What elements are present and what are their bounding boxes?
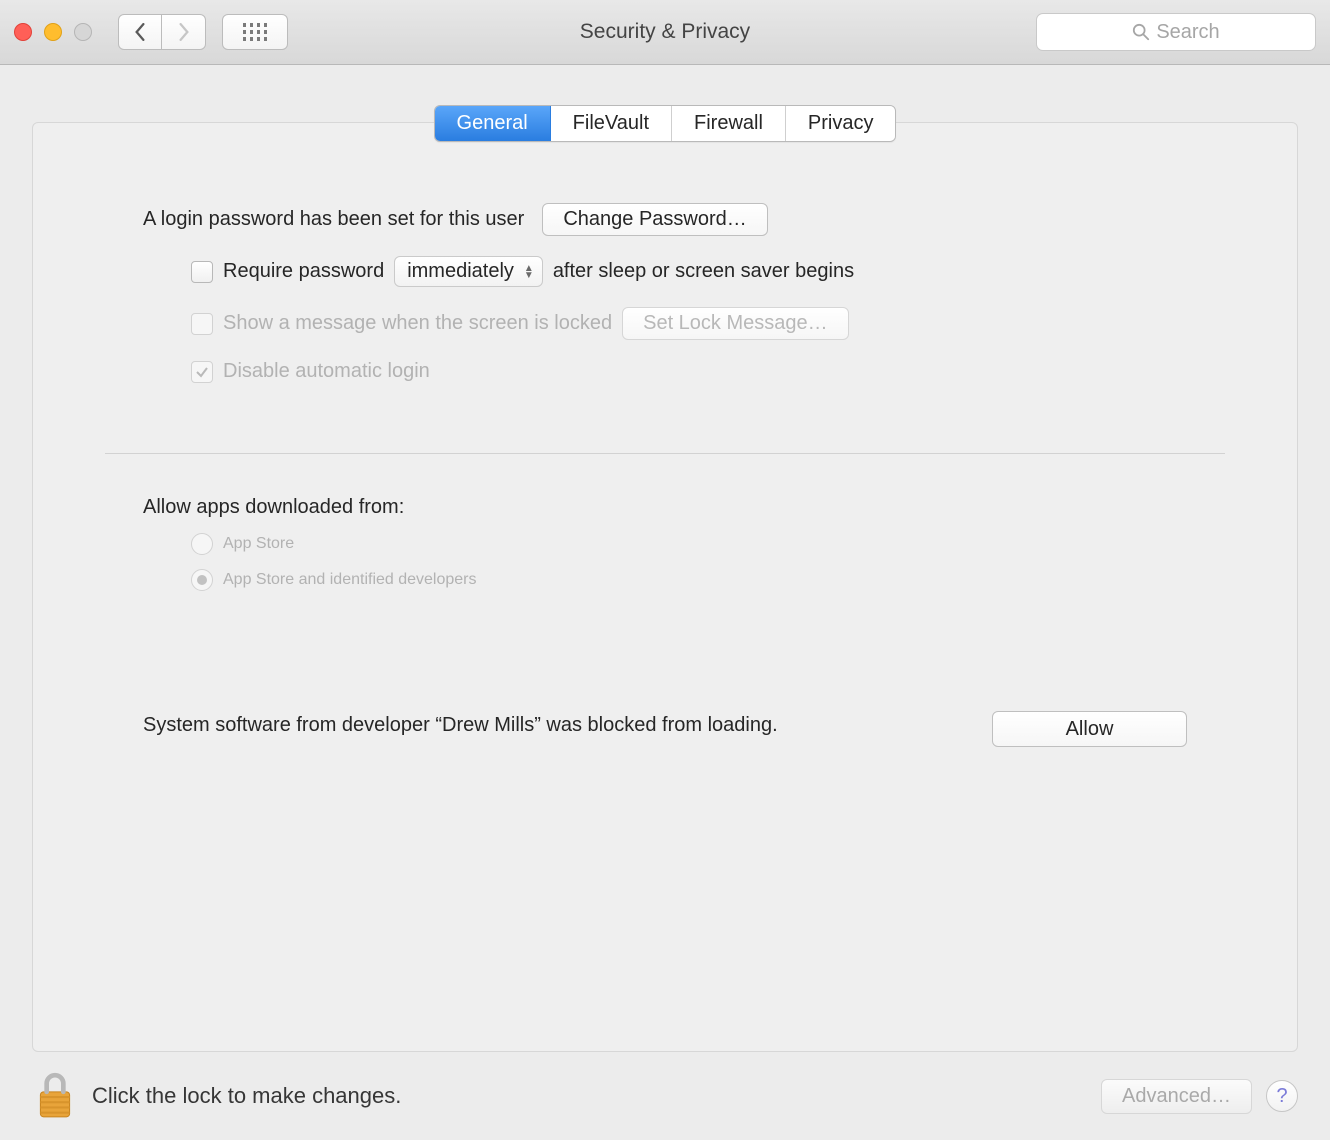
window-title: Security & Privacy xyxy=(580,20,750,44)
show-all-button[interactable] xyxy=(222,14,288,50)
chevron-right-icon xyxy=(177,23,191,41)
allow-button[interactable]: Allow xyxy=(992,711,1187,747)
blocked-software-text: System software from developer “Drew Mil… xyxy=(143,711,778,740)
require-password-checkbox[interactable] xyxy=(191,261,213,283)
radio-app-store xyxy=(191,533,213,555)
stepper-icon: ▲▼ xyxy=(524,265,534,279)
change-password-button[interactable]: Change Password… xyxy=(542,203,767,236)
tab-bar: General FileVault Firewall Privacy xyxy=(434,105,897,142)
help-button[interactable]: ? xyxy=(1266,1080,1298,1112)
search-placeholder: Search xyxy=(1156,21,1219,44)
main-panel: A login password has been set for this u… xyxy=(32,122,1298,1052)
chevron-left-icon xyxy=(133,23,147,41)
lock-icon[interactable] xyxy=(32,1071,78,1121)
titlebar: Security & Privacy Search xyxy=(0,0,1330,65)
grid-icon xyxy=(243,23,268,41)
maximize-button xyxy=(74,23,92,41)
radio-identified-developers xyxy=(191,569,213,591)
radio-app-store-label: App Store xyxy=(223,535,294,553)
radio-identified-developers-label: App Store and identified developers xyxy=(223,571,477,589)
require-password-label-suffix: after sleep or screen saver begins xyxy=(553,260,854,283)
require-password-label-prefix: Require password xyxy=(223,260,384,283)
footer: Click the lock to make changes. Advanced… xyxy=(0,1052,1330,1140)
search-icon xyxy=(1132,23,1150,41)
nav-buttons xyxy=(118,14,206,50)
allow-apps-title: Allow apps downloaded from: xyxy=(143,496,1187,519)
tab-general[interactable]: General xyxy=(435,106,551,141)
lock-text: Click the lock to make changes. xyxy=(92,1083,401,1109)
show-lock-message-label: Show a message when the screen is locked xyxy=(223,312,612,335)
set-lock-message-button: Set Lock Message… xyxy=(622,307,849,340)
close-button[interactable] xyxy=(14,23,32,41)
select-value: immediately xyxy=(407,260,514,283)
disable-auto-login-checkbox xyxy=(191,361,213,383)
advanced-button: Advanced… xyxy=(1101,1079,1252,1114)
show-lock-message-checkbox xyxy=(191,313,213,335)
forward-button xyxy=(162,14,206,50)
divider xyxy=(105,453,1225,454)
tab-firewall[interactable]: Firewall xyxy=(672,106,786,141)
minimize-button[interactable] xyxy=(44,23,62,41)
window-controls xyxy=(14,23,92,41)
login-password-set-text: A login password has been set for this u… xyxy=(143,208,524,231)
require-password-delay-select[interactable]: immediately ▲▼ xyxy=(394,256,543,287)
tab-privacy[interactable]: Privacy xyxy=(786,106,896,141)
back-button[interactable] xyxy=(118,14,162,50)
search-input[interactable]: Search xyxy=(1036,13,1316,51)
tab-filevault[interactable]: FileVault xyxy=(551,106,672,141)
disable-auto-login-label: Disable automatic login xyxy=(223,360,430,383)
